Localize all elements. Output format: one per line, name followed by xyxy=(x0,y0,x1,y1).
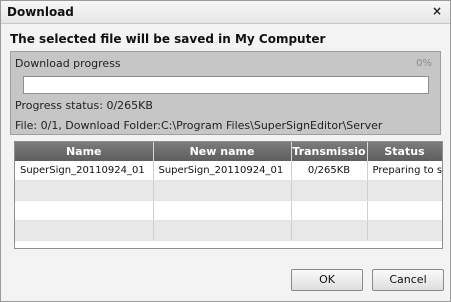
table-row-empty xyxy=(15,180,442,201)
column-header-name[interactable]: Name xyxy=(15,142,154,161)
file-table: Name New name Transmissio Status SuperSi… xyxy=(14,141,443,249)
cancel-button[interactable]: Cancel xyxy=(372,269,444,291)
table-row-empty xyxy=(15,200,442,221)
close-icon[interactable]: × xyxy=(430,4,444,18)
cell-new-name: SuperSign_20110924_01 xyxy=(153,161,292,181)
save-location-message: The selected file will be saved in My Co… xyxy=(10,32,326,46)
download-folder-info: File: 0/1, Download Folder:C:\Program Fi… xyxy=(15,119,383,132)
progress-percent: 0% xyxy=(416,58,432,69)
progress-panel: Download progress 0% Progress status: 0/… xyxy=(10,51,441,135)
table-header-row: Name New name Transmissio Status xyxy=(15,142,442,161)
progress-status: Progress status: 0/265KB xyxy=(15,99,153,112)
cell-name: SuperSign_20110924_01 xyxy=(15,161,154,181)
download-dialog: Download × The selected file will be sav… xyxy=(0,0,451,302)
column-header-transmission[interactable]: Transmissio xyxy=(291,142,368,161)
cell-status: Preparing to se xyxy=(367,161,442,181)
table-row-empty xyxy=(15,220,442,241)
table-row[interactable]: SuperSign_20110924_01 SuperSign_20110924… xyxy=(15,161,442,181)
window-title: Download xyxy=(7,5,74,19)
progress-label: Download progress xyxy=(15,57,121,70)
ok-button[interactable]: OK xyxy=(291,269,363,291)
column-header-new-name[interactable]: New name xyxy=(153,142,292,161)
title-bar[interactable]: Download × xyxy=(1,1,450,24)
progress-bar xyxy=(23,76,429,94)
cell-transmission: 0/265KB xyxy=(291,161,368,181)
column-header-status[interactable]: Status xyxy=(367,142,442,161)
